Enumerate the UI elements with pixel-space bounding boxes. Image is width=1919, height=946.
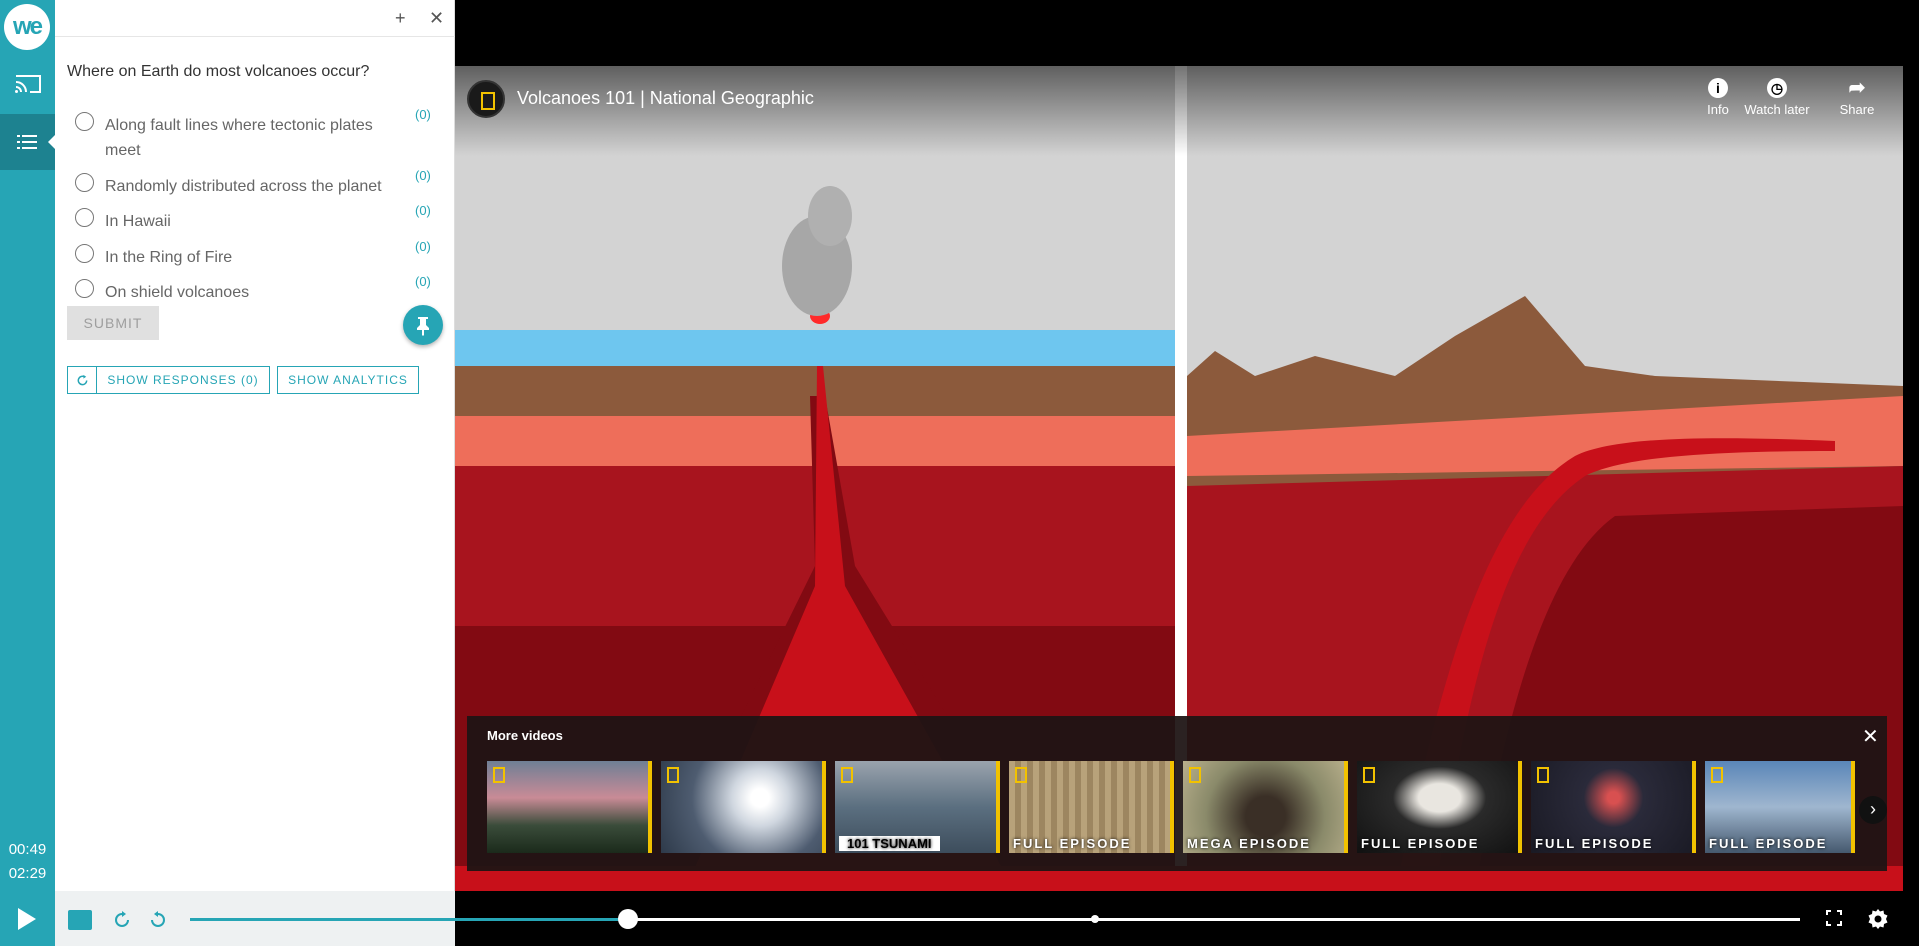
video-thumbnail[interactable]: MEGA EPISODE [1183, 761, 1348, 853]
play-button[interactable] [0, 891, 55, 946]
option-count: (0) [415, 203, 431, 218]
video-thumbnail[interactable]: FULL EPISODE [1705, 761, 1855, 853]
option-label: In the Ring of Fire [105, 249, 233, 266]
pin-button[interactable] [403, 305, 443, 345]
interaction-marker[interactable] [1091, 915, 1099, 923]
share-icon: ➦ [1848, 77, 1866, 99]
ng-badge-icon [1711, 767, 1723, 783]
ng-badge-icon [841, 767, 853, 783]
refresh-button[interactable] [67, 366, 97, 394]
gear-icon[interactable] [1866, 907, 1890, 931]
video-thumbnail[interactable]: FULL EPISODE [1009, 761, 1174, 853]
current-time: 00:49 [8, 841, 47, 858]
quiz-panel: + ✕ Where on Earth do most volcanoes occ… [55, 0, 455, 891]
show-analytics-button[interactable]: SHOW ANALYTICS [277, 366, 419, 394]
option-label: Randomly distributed across the planet [105, 178, 382, 195]
radio-button[interactable] [75, 244, 94, 263]
play-icon [18, 908, 36, 930]
progress-fill [190, 918, 628, 921]
add-icon[interactable]: + [395, 8, 406, 29]
captions-icon[interactable] [68, 910, 92, 930]
duration: 02:29 [8, 865, 47, 882]
thumbnail-caption: 101 TSUNAMI [839, 836, 940, 851]
refresh-icon [77, 374, 87, 385]
fullscreen-icon[interactable] [1826, 910, 1842, 926]
option-label: On shield volcanoes [105, 284, 250, 301]
info-icon: i [1708, 78, 1728, 98]
ng-badge-icon [1537, 767, 1549, 783]
player-control-bar [0, 891, 1919, 946]
option-label: In Hawaii [105, 213, 171, 230]
rewind-icon[interactable] [112, 910, 132, 930]
ng-badge-icon [1363, 767, 1375, 783]
more-videos-panel: More videos ✕ 101 TSUNAMI FULL EPISODE M… [467, 716, 1887, 871]
radio-button[interactable] [75, 208, 94, 227]
watch-later-button[interactable]: ◷ Watch later [1737, 78, 1817, 117]
info-label: Info [1707, 102, 1729, 117]
video-player[interactable]: Volcanoes 101 | National Geographic i In… [455, 0, 1919, 891]
channel-logo[interactable] [467, 80, 505, 118]
ng-badge-icon [1189, 767, 1201, 783]
video-thumbnail[interactable]: FULL EPISODE [1357, 761, 1522, 853]
video-title[interactable]: Volcanoes 101 | National Geographic [517, 88, 814, 109]
question-text: Where on Earth do most volcanoes occur? [67, 63, 370, 80]
forward-icon[interactable] [148, 910, 168, 930]
close-icon[interactable]: ✕ [429, 8, 444, 29]
thumbnail-caption: FULL EPISODE [1709, 836, 1828, 851]
list-icon [17, 135, 37, 149]
chevron-right-icon[interactable]: › [1859, 796, 1887, 824]
progress-bar[interactable] [190, 909, 1800, 929]
video-thumbnail[interactable]: 101 TSUNAMI [835, 761, 1000, 853]
show-responses-button[interactable]: SHOW RESPONSES (0) [97, 366, 270, 394]
app-sidebar: we 00:49 02:29 [0, 0, 56, 946]
share-button[interactable]: ➦ Share [1817, 78, 1897, 117]
thumbnail-caption: FULL EPISODE [1013, 836, 1132, 851]
clock-icon: ◷ [1767, 78, 1787, 98]
interactions-list-button[interactable] [0, 114, 56, 170]
watch-later-label: Watch later [1744, 102, 1810, 117]
option-count: (0) [415, 274, 431, 289]
ng-badge-icon [1015, 767, 1027, 783]
video-thumbnail[interactable] [661, 761, 826, 853]
submit-button[interactable]: SUBMIT [67, 306, 159, 340]
video-thumbnail[interactable]: FULL EPISODE [1531, 761, 1696, 853]
app-logo: we [4, 4, 50, 50]
pin-icon [417, 317, 429, 336]
option-count: (0) [415, 107, 431, 122]
option-count: (0) [415, 168, 431, 183]
close-icon[interactable]: ✕ [1862, 724, 1879, 749]
radio-button[interactable] [75, 112, 94, 131]
option-count: (0) [415, 239, 431, 254]
ng-badge-icon [493, 767, 505, 783]
thumbnail-caption: FULL EPISODE [1535, 836, 1654, 851]
panel-toolbar: + ✕ [55, 0, 455, 37]
thumbnail-caption: MEGA EPISODE [1187, 836, 1311, 851]
cast-icon[interactable] [14, 72, 42, 96]
radio-button[interactable] [75, 279, 94, 298]
ng-badge-icon [667, 767, 679, 783]
share-label: Share [1839, 102, 1875, 117]
radio-button[interactable] [75, 173, 94, 192]
option-label: Along fault lines where tectonic plates … [105, 117, 373, 159]
more-videos-title: More videos [487, 728, 563, 743]
video-thumbnail[interactable] [487, 761, 652, 853]
scrubber-handle[interactable] [618, 909, 638, 929]
thumbnail-caption: FULL EPISODE [1361, 836, 1480, 851]
